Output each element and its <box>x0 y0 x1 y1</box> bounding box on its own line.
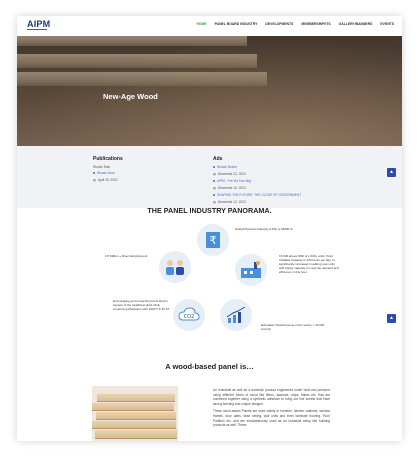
stat-capacity: Global Plywood Capacity (LPH) is 18000 C… <box>235 227 294 231</box>
ad-link[interactable]: SHAPING THE FUTURE: THE CLOSE OF GOVERNM… <box>213 193 343 197</box>
ad-link[interactable]: Woods Notice <box>213 165 343 169</box>
publication-link[interactable]: Woods book <box>93 171 203 175</box>
scroll-top-button[interactable]: ▲ <box>387 314 396 323</box>
stat-units: 15,000 above MSF & 1,000+ units. Total I… <box>279 254 339 274</box>
site-header: AIPM HOME PANEL BOARD INDUSTRY DEVELOPME… <box>17 16 402 36</box>
hero-title: New-Age Wood <box>103 92 158 101</box>
publication-date: ▦ April 29, 2022 <box>93 178 203 182</box>
rupee-icon: ₹ <box>206 232 220 248</box>
page: AIPM HOME PANEL BOARD INDUSTRY DEVELOPME… <box>17 16 402 441</box>
co2-circle: CO2 <box>173 299 205 331</box>
panel-board <box>97 394 175 402</box>
svg-text:CO2: CO2 <box>184 314 195 320</box>
hero-banner: New-Age Wood <box>17 36 402 146</box>
logo[interactable]: AIPM <box>27 19 50 29</box>
scroll-top-button[interactable]: ▲ <box>387 168 396 177</box>
stat-revenue: Estimated Total Revenue of the sector > … <box>261 323 325 331</box>
nav-events[interactable]: EVENTS <box>380 22 394 26</box>
publication-link-text: Woods book <box>97 171 115 175</box>
ad-date: ▦ December 22, 2022 <box>213 172 343 176</box>
publication-date-text: April 29, 2022 <box>97 178 118 182</box>
ad-date-text: December 22, 2022 <box>217 172 246 176</box>
ad-link[interactable]: AIPM - Pre Vid Live Mtg <box>213 179 343 183</box>
panel-board <box>92 421 176 429</box>
panel-board <box>95 430 177 439</box>
publications-column: Publications Woods Rain Woods book ▦ Apr… <box>93 156 203 185</box>
bullet-icon <box>213 194 215 196</box>
ads-title: Ads <box>213 156 223 162</box>
wood-paragraph: An Industrial as well as a domestic prod… <box>213 388 330 406</box>
bullet-icon <box>213 166 215 168</box>
currency-circle: ₹ <box>197 224 229 256</box>
publications-sub: Woods Rain <box>93 165 111 169</box>
ad-date-text: December 12, 2022 <box>217 200 246 204</box>
chevron-up-icon: ▲ <box>389 169 394 175</box>
bullet-icon <box>93 172 95 174</box>
info-band: Publications Woods Rain Woods book ▦ Apr… <box>17 146 402 208</box>
ad-date: ▦ December 10, 2022 <box>213 186 343 190</box>
stat-co2: Encouraging and protecting forest land i… <box>113 299 170 311</box>
nav-developments[interactable]: DEVELOPMENTS <box>265 22 293 26</box>
panel-board <box>92 403 174 411</box>
chevron-up-icon: ▲ <box>389 315 394 321</box>
ad-date: ▦ December 12, 2022 <box>213 200 343 204</box>
ad-link-text: SHAPING THE FUTURE: THE CLOSE OF GOVERNM… <box>217 193 302 197</box>
calendar-icon: ▦ <box>213 186 216 190</box>
svg-text:₹: ₹ <box>210 234 217 247</box>
panel-board <box>96 412 176 420</box>
logo-underline <box>27 29 47 30</box>
wood-section-title: A wood-based panel is… <box>165 362 254 371</box>
wood-paragraph: These wood-based Panels are used widely … <box>213 409 330 428</box>
ad-link-text: AIPM - Pre Vid Live Mtg <box>217 179 251 183</box>
nav-panel-board-industry[interactable]: PANEL BOARD INDUSTRY <box>215 22 258 26</box>
growth-circle <box>220 299 252 331</box>
bullet-icon <box>213 180 215 182</box>
main-nav: HOME PANEL BOARD INDUSTRY DEVELOPMENTS M… <box>196 22 394 26</box>
ad-date-text: December 10, 2022 <box>217 186 246 190</box>
wood-panels-image <box>92 386 178 441</box>
hero-shade <box>17 36 402 146</box>
factory-icon <box>241 261 261 278</box>
co2-cloud-icon: CO2 <box>178 307 200 321</box>
growth-chart-icon <box>226 306 246 323</box>
factory-circle <box>235 254 267 286</box>
ads-column: Ads Woods Notice ▦ December 22, 2022 AIP… <box>213 156 343 207</box>
wood-description: An Industrial as well as a domestic prod… <box>213 388 330 428</box>
people-icon <box>166 260 184 275</box>
nav-gallery[interactable]: GALLERY/BANNERS <box>339 22 373 26</box>
calendar-icon: ▦ <box>213 172 216 176</box>
calendar-icon: ▦ <box>213 200 216 204</box>
nav-home[interactable]: HOME <box>196 22 206 26</box>
panorama-title: THE PANEL INDUSTRY PANORAMA. <box>147 206 272 215</box>
ad-link-text: Woods Notice <box>217 165 237 169</box>
publications-title: Publications <box>93 156 123 162</box>
calendar-icon: ▦ <box>93 178 96 182</box>
people-circle <box>159 251 191 283</box>
nav-membership[interactable]: MEMBERSHIP/ITS <box>301 22 330 26</box>
stat-employment: 2.5 Million + Direct Employment <box>105 254 148 258</box>
